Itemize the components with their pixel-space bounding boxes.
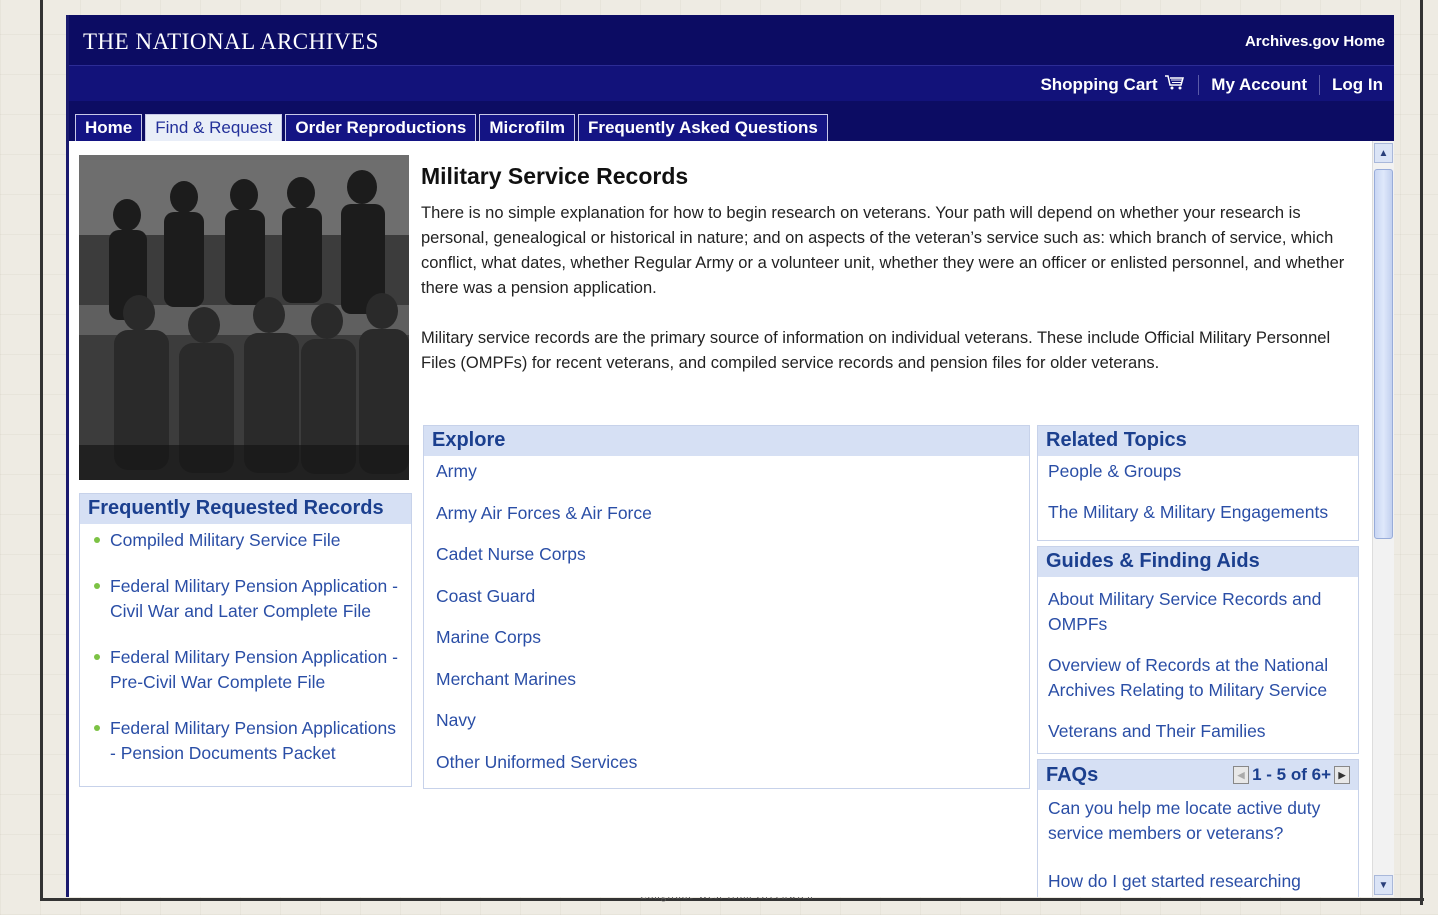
explore-heading: Explore [424,426,1029,456]
faq-link[interactable]: Can you help me locate active duty servi… [1048,796,1348,846]
scrollbar-thumb[interactable] [1374,169,1393,539]
faqs-header: FAQs ◀ 1 - 5 of 6+ ▶ [1038,760,1358,790]
tab-order-reproductions[interactable]: Order Reproductions [285,114,477,141]
tab-microfilm[interactable]: Microfilm [479,114,575,141]
related-topic-link[interactable]: People & Groups [1048,459,1348,500]
frequently-requested-box: Frequently Requested Records Compiled Mi… [79,493,412,787]
related-topics-box: Related Topics People & Groups The Milit… [1037,425,1359,541]
explore-link-army[interactable]: Army [436,459,1017,501]
vertical-scrollbar[interactable]: ▲ ▼ [1372,141,1394,897]
shopping-cart-link[interactable]: Shopping Cart [1040,74,1186,95]
browser-window: THE NATIONAL ARCHIVES Archives.gov Home … [66,15,1394,897]
faqs-heading: FAQs [1046,763,1099,786]
map-frame-line [40,0,43,900]
guides-box: Guides & Finding Aids About Military Ser… [1037,546,1359,754]
guides-heading: Guides & Finding Aids [1038,547,1358,577]
related-topics-heading: Related Topics [1038,426,1358,456]
guide-link[interactable]: Overview of Records at the National Arch… [1048,653,1348,703]
explore-link-coast-guard[interactable]: Coast Guard [436,584,1017,626]
faq-pager: ◀ 1 - 5 of 6+ ▶ [1233,765,1350,785]
intro-text: There is no simple explanation for how t… [421,201,1366,401]
explore-link-air-force[interactable]: Army Air Forces & Air Force [436,501,1017,543]
page-title: Military Service Records [421,163,689,189]
account-bar: Shopping Cart My Account Log In [69,65,1394,101]
frequently-requested-link[interactable]: Federal Military Pension Application - C… [92,574,403,624]
pager-count: 1 - 5 of 6+ [1252,765,1331,784]
soldiers-photo [79,155,409,480]
tab-bar: Home Find & Request Order Reproductions … [69,101,1394,141]
scroll-up-icon[interactable]: ▲ [1374,143,1393,163]
divider [1198,74,1200,95]
explore-link-other-uniformed-services[interactable]: Other Uniformed Services [436,750,1017,792]
faqs-box: FAQs ◀ 1 - 5 of 6+ ▶ Can you help me loc… [1037,759,1359,897]
explore-link-merchant-marines[interactable]: Merchant Marines [436,667,1017,709]
faq-link[interactable]: How do I get started researching militar… [1048,869,1348,897]
guide-link[interactable]: About Military Service Records and OMPFs [1048,587,1348,637]
explore-box: Explore Army Army Air Forces & Air Force… [423,425,1030,789]
guide-link[interactable]: Veterans and Their Families [1048,719,1348,744]
frequently-requested-link[interactable]: Federal Military Pension Applications - … [92,716,403,766]
pager-next-icon[interactable]: ▶ [1334,766,1350,784]
related-topic-link[interactable]: The Military & Military Engagements [1048,500,1348,541]
shopping-cart-label: Shopping Cart [1040,75,1158,94]
frequently-requested-heading: Frequently Requested Records [80,494,411,524]
frequently-requested-link[interactable]: Federal Military Pension Application - P… [92,645,403,695]
intro-paragraph: There is no simple explanation for how t… [421,204,1345,297]
tab-find-request[interactable]: Find & Request [145,114,283,141]
explore-link-cadet-nurse-corps[interactable]: Cadet Nurse Corps [436,542,1017,584]
explore-link-navy[interactable]: Navy [436,708,1017,750]
shopping-cart-icon [1165,75,1185,90]
page-content: Frequently Requested Records Compiled Mi… [69,141,1372,897]
explore-link-marine-corps[interactable]: Marine Corps [436,625,1017,667]
archives-home-link[interactable]: Archives.gov Home [1245,33,1385,50]
my-account-link[interactable]: My Account [1211,75,1307,95]
intro-paragraph: Military service records are the primary… [421,329,1331,372]
pager-prev-icon[interactable]: ◀ [1233,766,1250,784]
map-frame-line [1420,0,1423,905]
tab-home[interactable]: Home [75,114,143,141]
scroll-down-icon[interactable]: ▼ [1374,875,1393,895]
site-title[interactable]: THE NATIONAL ARCHIVES [83,29,379,55]
tab-faq[interactable]: Frequently Asked Questions [577,114,828,141]
log-in-link[interactable]: Log In [1332,75,1383,95]
divider [1319,74,1321,95]
frequently-requested-link[interactable]: Compiled Military Service File [92,528,403,553]
site-header: THE NATIONAL ARCHIVES Archives.gov Home [69,15,1394,65]
